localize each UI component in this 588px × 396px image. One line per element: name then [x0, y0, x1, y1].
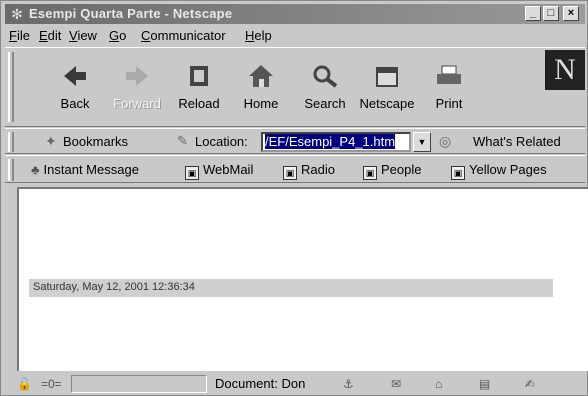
netscape-logo[interactable]: N: [545, 50, 585, 90]
whats-related-icon: ◎: [439, 133, 452, 149]
connection-icon: =0=: [41, 377, 62, 391]
menu-view[interactable]: View: [69, 28, 97, 44]
security-lock-icon[interactable]: 🔓: [17, 377, 32, 391]
netscape-label: Netscape: [359, 96, 415, 111]
bookmark-page-icon: ▣: [451, 166, 465, 180]
navigator-icon[interactable]: ⚓: [343, 377, 354, 391]
menu-go[interactable]: Go: [109, 28, 126, 44]
menu-edit[interactable]: Edit: [39, 28, 61, 44]
minimize-button[interactable]: _: [525, 6, 541, 21]
status-bar: 🔓 =0= Document: Don ⚓ ✉ ⌂ ▤ ✍: [5, 373, 585, 395]
link-instant-message[interactable]: ♣ Instant Message: [31, 162, 139, 177]
menu-file[interactable]: File: [9, 28, 30, 44]
back-label: Back: [60, 96, 90, 111]
menu-help[interactable]: Help: [245, 28, 272, 44]
mail-icon[interactable]: ✉: [391, 377, 401, 391]
whats-related-button[interactable]: What's Related: [473, 134, 561, 149]
location-icon: ✎: [177, 133, 188, 148]
window-title: Esempi Quarta Parte - Netscape: [29, 6, 233, 21]
home-button[interactable]: Home: [231, 56, 291, 124]
date-banner: Saturday, May 12, 2001 12:36:34: [29, 279, 553, 297]
location-toolbar-grip[interactable]: [8, 132, 14, 152]
link-webmail[interactable]: ▣ WebMail: [185, 162, 253, 180]
date-time-text: Saturday, May 12, 2001 12:36:34: [33, 281, 195, 293]
link-label: WebMail: [203, 162, 254, 177]
link-label: Radio: [301, 162, 335, 177]
navigation-toolbar: Back Forward Reload Home Search Netscape…: [5, 47, 585, 127]
back-arrow-icon: [64, 66, 86, 86]
progress-bar: [71, 375, 207, 393]
people-icon: ♣: [31, 162, 40, 177]
url-dropdown-button[interactable]: ▼: [413, 132, 431, 152]
home-icon: [249, 65, 273, 87]
close-button[interactable]: ×: [563, 6, 579, 21]
print-label: Print: [435, 96, 463, 111]
menu-bar: File Edit View Go Communicator Help: [5, 26, 585, 46]
menu-communicator[interactable]: Communicator: [141, 28, 226, 44]
home-label: Home: [243, 96, 279, 111]
search-button[interactable]: Search: [295, 56, 355, 124]
bookmark-page-icon: ▣: [185, 166, 199, 180]
print-button[interactable]: Print: [419, 56, 479, 124]
toolbar-grip[interactable]: [8, 52, 14, 122]
url-input[interactable]: /EF/Esempi_P4_1.htm: [261, 132, 411, 152]
discussion-icon[interactable]: ⌂: [435, 377, 442, 391]
forward-arrow-icon: [126, 66, 148, 86]
url-text: /EF/Esempi_P4_1.htm: [265, 134, 396, 149]
reload-label: Reload: [178, 96, 220, 111]
link-label: People: [381, 162, 422, 177]
chevron-down-icon: ▼: [417, 137, 427, 147]
maximize-button[interactable]: □: [543, 6, 559, 21]
search-label: Search: [304, 96, 346, 111]
reload-icon: [190, 66, 208, 86]
netscape-icon: [376, 67, 398, 87]
back-button[interactable]: Back: [45, 56, 105, 124]
link-label: Instant Message: [43, 162, 139, 177]
forward-button[interactable]: Forward: [107, 56, 167, 124]
link-radio[interactable]: ▣ Radio: [283, 162, 335, 180]
link-label: Yellow Pages: [469, 162, 547, 177]
netscape-button[interactable]: Netscape: [357, 56, 417, 124]
browser-window: ✻ Esempi Quarta Parte - Netscape _ □ × F…: [0, 0, 588, 396]
personal-toolbar-grip[interactable]: [8, 159, 14, 181]
netscape-window-icon: ✻: [11, 6, 23, 22]
link-people[interactable]: ▣ People: [363, 162, 421, 180]
bookmark-page-icon: ▣: [283, 166, 297, 180]
title-bar: ✻ Esempi Quarta Parte - Netscape _ □ ×: [5, 4, 585, 24]
address-book-icon[interactable]: ✍: [525, 377, 535, 391]
composer-icon[interactable]: ▤: [479, 377, 490, 391]
bookmarks-button[interactable]: Bookmarks: [63, 134, 128, 149]
link-yellow-pages[interactable]: ▣ Yellow Pages: [451, 162, 547, 180]
search-icon: [313, 65, 338, 88]
print-icon: [437, 65, 461, 84]
location-label: Location:: [195, 134, 248, 149]
page-content: Saturday, May 12, 2001 12:36:34: [17, 187, 588, 371]
location-toolbar: ✦ Bookmarks ✎ Location: /EF/Esempi_P4_1.…: [5, 128, 585, 154]
bookmark-page-icon: ▣: [363, 166, 377, 180]
bookmarks-icon: ✦: [45, 133, 57, 149]
forward-label: Forward: [113, 96, 161, 111]
personal-toolbar: ♣ Instant Message ▣ WebMail ▣ Radio ▣ People…: [5, 155, 585, 183]
status-text: Document: Don: [215, 376, 306, 391]
reload-button[interactable]: Reload: [169, 56, 229, 124]
